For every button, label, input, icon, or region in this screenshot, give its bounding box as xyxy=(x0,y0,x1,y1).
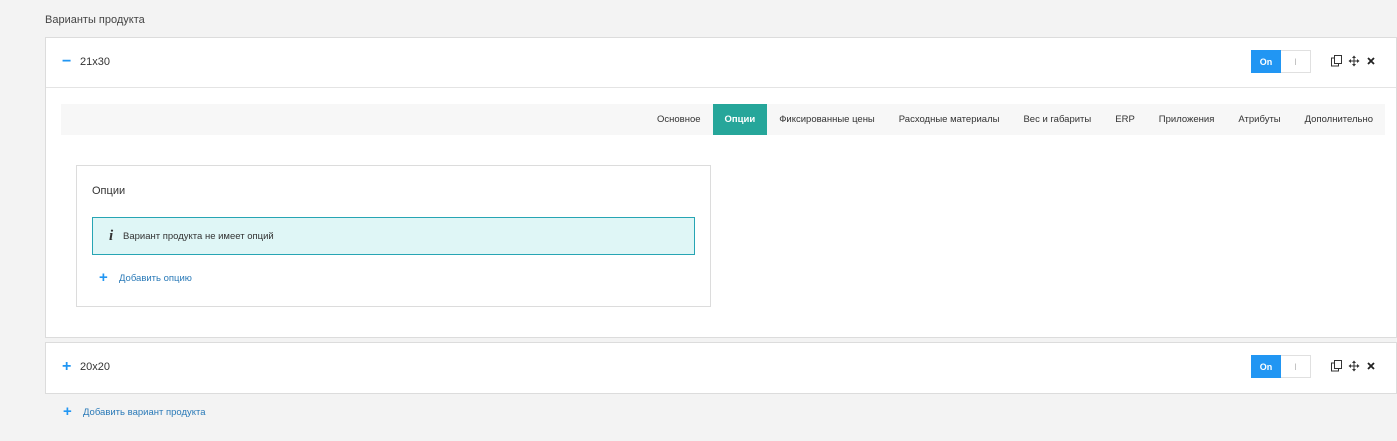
variant-panel: + 20x20 On I xyxy=(45,342,1397,394)
variant-header: − 21x30 On I xyxy=(46,38,1396,88)
variant-header: + 20x20 On I xyxy=(46,343,1396,393)
plus-icon: + xyxy=(63,403,72,420)
variant-panel: − 21x30 On I Основное Опции Фиксированны… xyxy=(45,37,1397,338)
add-variant-button[interactable]: + Добавить вариант продукта xyxy=(63,403,206,420)
info-icon: i xyxy=(109,228,114,244)
tab-weight-dimensions[interactable]: Вес и габариты xyxy=(1011,104,1103,135)
collapse-toggle[interactable]: − xyxy=(62,54,74,70)
tab-fixed-prices[interactable]: Фиксированные цены xyxy=(767,104,887,135)
add-option-label: Добавить опцию xyxy=(119,272,192,284)
plus-icon: + xyxy=(99,269,108,286)
variant-active-switch[interactable]: On I xyxy=(1251,355,1311,378)
tab-consumables[interactable]: Расходные материалы xyxy=(887,104,1012,135)
move-icon[interactable] xyxy=(1348,360,1360,372)
switch-on-label[interactable]: On xyxy=(1251,355,1281,378)
copy-icon[interactable] xyxy=(1331,55,1343,67)
variant-name: 21x30 xyxy=(80,56,110,68)
section-title: Варианты продукта xyxy=(45,14,145,26)
close-icon[interactable] xyxy=(1365,55,1377,67)
tab-attributes[interactable]: Атрибуты xyxy=(1226,104,1292,135)
info-text: Вариант продукта не имеет опций xyxy=(123,231,274,242)
switch-off-label[interactable]: I xyxy=(1281,50,1311,73)
add-variant-label: Добавить вариант продукта xyxy=(83,406,206,418)
tabs-bar: Основное Опции Фиксированные цены Расход… xyxy=(61,104,1385,135)
tab-main[interactable]: Основное xyxy=(645,104,713,135)
tab-additional[interactable]: Дополнительно xyxy=(1293,104,1385,135)
switch-off-label[interactable]: I xyxy=(1281,355,1311,378)
expand-toggle[interactable]: + xyxy=(62,359,74,375)
tab-attachments[interactable]: Приложения xyxy=(1147,104,1227,135)
tab-options[interactable]: Опции xyxy=(712,104,768,135)
switch-on-label[interactable]: On xyxy=(1251,50,1281,73)
variant-actions xyxy=(1331,360,1377,372)
add-option-button[interactable]: + Добавить опцию xyxy=(99,269,192,286)
variant-active-switch[interactable]: On I xyxy=(1251,50,1311,73)
tab-list: Основное Опции Фиксированные цены Расход… xyxy=(645,104,1385,135)
variant-name: 20x20 xyxy=(80,361,110,373)
close-icon[interactable] xyxy=(1365,360,1377,372)
variant-actions xyxy=(1331,55,1377,67)
move-icon[interactable] xyxy=(1348,55,1360,67)
options-title: Опции xyxy=(92,185,126,197)
tab-erp[interactable]: ERP xyxy=(1103,104,1147,135)
options-card: Опции i Вариант продукта не имеет опций … xyxy=(76,165,711,307)
copy-icon[interactable] xyxy=(1331,360,1343,372)
info-alert: i Вариант продукта не имеет опций xyxy=(92,217,695,255)
